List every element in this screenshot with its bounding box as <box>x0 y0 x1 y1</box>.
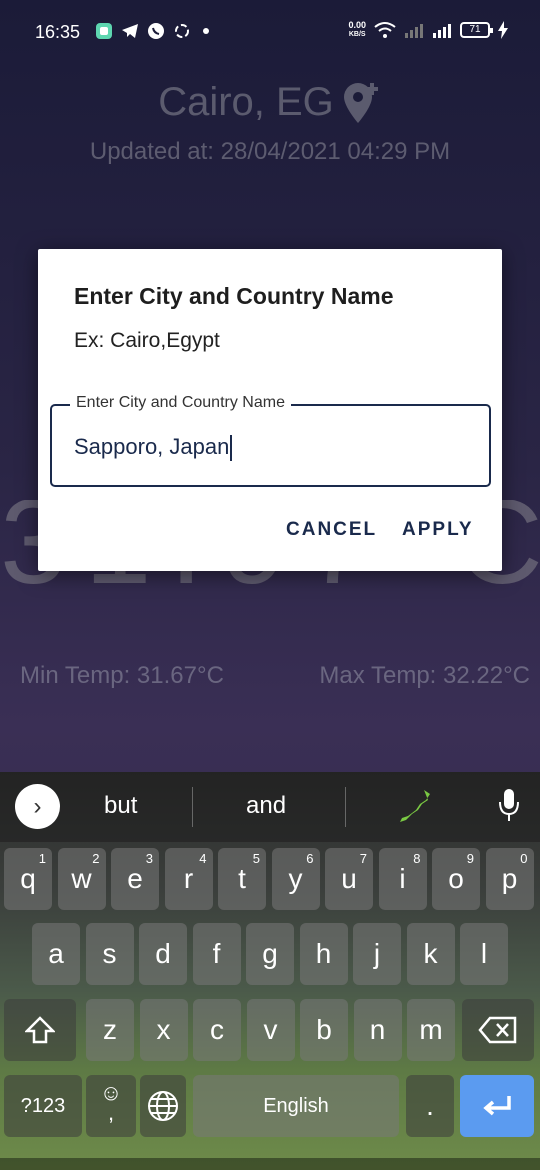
microphone-icon[interactable] <box>498 788 520 822</box>
telegram-icon <box>122 24 138 38</box>
key-q[interactable]: q1 <box>4 848 52 910</box>
shift-icon <box>23 1016 57 1044</box>
dialog-title: Enter City and Country Name <box>74 283 394 309</box>
key-w[interactable]: w2 <box>57 848 106 910</box>
key-l[interactable]: l <box>460 923 508 985</box>
backspace-icon <box>478 1016 517 1044</box>
suggestion-divider <box>192 787 193 827</box>
suggestion-divider <box>345 787 346 827</box>
key-i[interactable]: i8 <box>378 848 427 910</box>
key-n[interactable]: n <box>353 999 402 1061</box>
charging-icon <box>498 21 508 39</box>
min-temp: Min Temp: 31.67°C <box>20 662 224 689</box>
key-v[interactable]: v <box>246 999 295 1061</box>
more-notifications-dot <box>203 28 209 34</box>
language-key[interactable] <box>140 1075 186 1137</box>
shift-key[interactable] <box>4 999 76 1061</box>
period-key[interactable]: . <box>406 1075 454 1137</box>
key-t[interactable]: t5 <box>218 848 266 910</box>
key-o[interactable]: o9 <box>432 848 480 910</box>
key-s[interactable]: s <box>85 923 134 985</box>
key-u[interactable]: u7 <box>325 848 373 910</box>
soft-keyboard: › but and ?123 ☺, English . q1w2e3r4t5y6… <box>0 772 540 1170</box>
status-time: 16:35 <box>35 22 81 42</box>
key-k[interactable]: k <box>406 923 455 985</box>
key-y[interactable]: y6 <box>271 848 320 910</box>
network-speed: 0.00 KB/S <box>348 20 366 38</box>
expand-toolbar-button[interactable]: › <box>15 784 60 829</box>
key-g[interactable]: g <box>246 923 294 985</box>
navigation-bar <box>0 1158 540 1170</box>
key-d[interactable]: d <box>139 923 187 985</box>
key-r[interactable]: r4 <box>164 848 213 910</box>
key-p[interactable]: p0 <box>485 848 534 910</box>
text-caret <box>230 435 233 462</box>
add-location-icon[interactable] <box>342 81 382 125</box>
city-input-dialog: Enter City and Country Name Ex: Cairo,Eg… <box>38 249 502 571</box>
key-c[interactable]: c <box>193 999 241 1061</box>
field-label: Enter City and Country Name <box>70 394 291 412</box>
signal-icon <box>405 24 423 38</box>
app-notification-icon <box>96 23 112 39</box>
battery-indicator: 71 <box>460 22 493 38</box>
apply-button[interactable]: APPLY <box>402 519 474 541</box>
signal-icon-2 <box>433 24 451 38</box>
key-j[interactable]: j <box>353 923 401 985</box>
japan-map-emoji-icon[interactable] <box>398 788 432 824</box>
backspace-key[interactable] <box>462 999 534 1061</box>
key-b[interactable]: b <box>300 999 348 1061</box>
enter-arrow-icon <box>483 1096 511 1116</box>
status-bar: 16:35 0.00 KB/S 71 <box>0 0 540 66</box>
wifi-icon <box>374 22 396 38</box>
whatsapp-icon <box>148 23 164 39</box>
suggestion-2[interactable]: and <box>246 792 286 820</box>
key-z[interactable]: z <box>86 999 134 1061</box>
key-a[interactable]: a <box>32 923 80 985</box>
emoji-comma-key[interactable]: ☺, <box>86 1075 136 1137</box>
suggestion-bar: › but and <box>0 772 540 842</box>
city-country-field[interactable]: Enter City and Country Name Sapporo, Jap… <box>50 394 491 487</box>
max-temp: Max Temp: 32.22°C <box>319 662 530 689</box>
updated-at: Updated at: 28/04/2021 04:29 PM <box>89 138 451 165</box>
suggestion-1[interactable]: but <box>104 792 137 820</box>
key-f[interactable]: f <box>192 923 241 985</box>
enter-key[interactable] <box>460 1075 534 1137</box>
dialog-hint: Ex: Cairo,Egypt <box>74 329 220 352</box>
status-right: 0.00 KB/S 71 <box>348 20 508 40</box>
symbols-key[interactable]: ?123 <box>4 1075 82 1137</box>
globe-icon <box>148 1091 178 1121</box>
space-key[interactable]: English <box>193 1075 399 1137</box>
min-max-temps: Min Temp: 31.67°C Max Temp: 32.22°C <box>20 662 530 690</box>
key-x[interactable]: x <box>139 999 188 1061</box>
key-m[interactable]: m <box>407 999 455 1061</box>
cancel-button[interactable]: CANCEL <box>286 519 377 541</box>
key-h[interactable]: h <box>299 923 348 985</box>
sync-icon <box>175 24 189 38</box>
notification-icons <box>95 22 209 40</box>
key-e[interactable]: e3 <box>111 848 159 910</box>
city-name: Cairo, EG <box>158 80 334 124</box>
city-header: Cairo, EG <box>0 80 540 125</box>
city-country-input[interactable]: Sapporo, Japan <box>74 434 474 462</box>
